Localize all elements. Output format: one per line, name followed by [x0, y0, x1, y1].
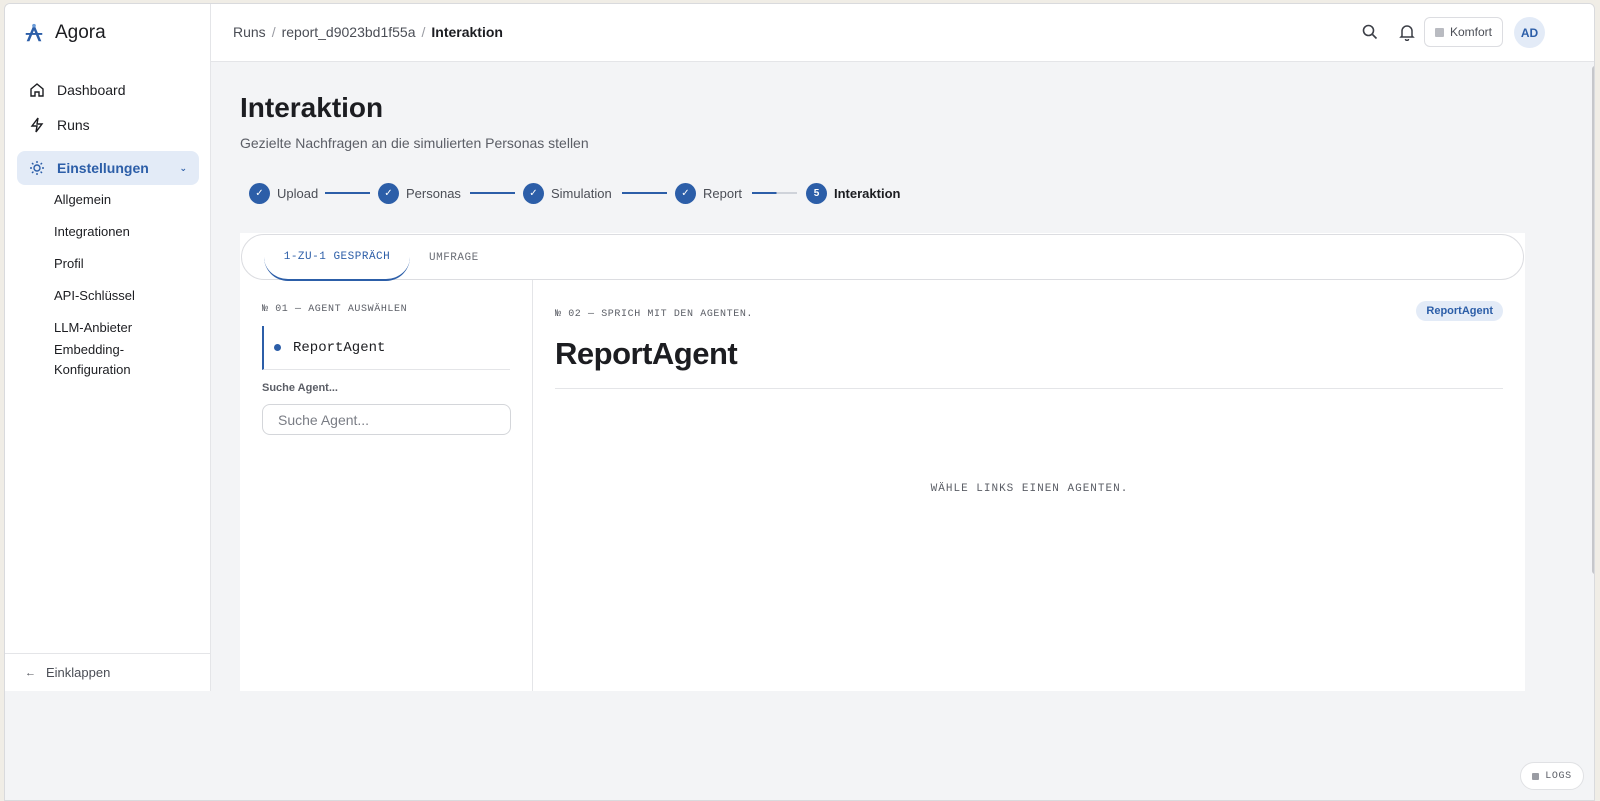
agent-search-input[interactable] [262, 404, 511, 435]
page-title: Interaktion [240, 92, 384, 123]
step-label: Personas [406, 185, 461, 201]
bell-icon[interactable] [1398, 23, 1416, 41]
sidebar-subitem-api-keys[interactable]: API-Schlüssel [54, 286, 135, 306]
step-label: Report [703, 185, 743, 201]
breadcrumb: Runs / report_d9023bd1f55a / Interaktion [233, 24, 503, 40]
agora-logo-icon [25, 23, 43, 42]
sidebar-item-dashboard[interactable]: Dashboard [17, 73, 199, 107]
brand[interactable]: Agora [23, 22, 106, 44]
comfort-label: Komfort [1449, 25, 1492, 39]
sun-gear-icon [30, 161, 44, 175]
interaction-card: 1-ZU-1 GESPRÄCH UMFRAGE № 01 — AGENT AUS… [240, 233, 1525, 691]
bolt-icon [30, 117, 44, 133]
sidebar-subitem-llm[interactable]: LLM-Anbieter [54, 318, 132, 338]
chevron-down-icon: ⌄ [179, 162, 187, 173]
agent-list-item[interactable]: ReportAgent [262, 326, 510, 370]
sidebar-subitem-allgemein[interactable]: Allgemein [54, 190, 111, 210]
step-upload[interactable]: ✓ Upload [249, 182, 318, 204]
step-report[interactable]: ✓ Report [675, 182, 742, 204]
sidebar-item-label: Dashboard [57, 82, 126, 98]
sidebar-item-runs[interactable]: Runs [17, 108, 199, 142]
step-simulation[interactable]: ✓ Simulation [523, 182, 612, 204]
selected-dot-icon [274, 344, 281, 351]
collapse-sidebar-button[interactable]: ← Einklappen [5, 653, 210, 691]
sidebar-subitem-embedding[interactable]: Embedding-Konfiguration [54, 340, 164, 380]
breadcrumb-report[interactable]: report_d9023bd1f55a [282, 24, 416, 40]
tab-one-on-one[interactable]: 1-ZU-1 GESPRÄCH [264, 235, 410, 281]
home-icon [30, 83, 44, 97]
agent-badge: ReportAgent [1416, 301, 1503, 321]
divider [555, 388, 1503, 389]
tab-bar: 1-ZU-1 GESPRÄCH UMFRAGE [241, 234, 1524, 281]
step-connector [470, 192, 515, 194]
check-icon: ✓ [675, 182, 696, 204]
search-icon[interactable] [1361, 23, 1379, 41]
section-label: № 01 — AGENT AUSWÄHLEN [262, 304, 408, 315]
sidebar: Agora Dashboard Runs Einstellungen ⌄ All… [5, 4, 211, 691]
step-label: Interaktion [834, 185, 901, 201]
breadcrumb-runs[interactable]: Runs [233, 24, 266, 40]
scrollbar[interactable] [1592, 66, 1594, 574]
sidebar-item-label: Einstellungen [57, 160, 149, 176]
step-number: 5 [806, 182, 827, 204]
page-subtitle: Gezielte Nachfragen an die simulierten P… [240, 135, 589, 151]
app-window: Agora Dashboard Runs Einstellungen ⌄ All… [4, 3, 1595, 801]
agent-title: ReportAgent [555, 336, 738, 371]
check-icon: ✓ [249, 182, 270, 204]
step-connector [622, 192, 667, 194]
square-icon [1434, 27, 1444, 37]
square-icon [1532, 772, 1540, 780]
breadcrumb-current: Interaktion [431, 24, 503, 40]
check-icon: ✓ [378, 182, 399, 204]
logs-button[interactable]: LOGS [1520, 762, 1584, 790]
breadcrumb-separator: / [271, 24, 276, 40]
comfort-mode-button[interactable]: Komfort [1424, 17, 1503, 47]
section-label: № 02 — SPRICH MIT DEN AGENTEN. [555, 309, 754, 320]
step-connector [325, 192, 370, 194]
logs-label: LOGS [1545, 770, 1572, 782]
avatar[interactable]: AD [1514, 17, 1545, 48]
agent-select-pane: № 01 — AGENT AUSWÄHLEN ReportAgent Suche… [240, 280, 533, 691]
chat-pane: № 02 — SPRICH MIT DEN AGENTEN. ReportAge… [534, 280, 1525, 691]
breadcrumb-separator: / [421, 24, 426, 40]
sidebar-subitem-profil[interactable]: Profil [54, 254, 84, 274]
step-personas[interactable]: ✓ Personas [378, 182, 461, 204]
step-connector [752, 192, 797, 194]
step-label: Upload [277, 185, 319, 201]
agent-name: ReportAgent [293, 339, 386, 356]
app-name: Agora [55, 22, 106, 43]
step-label: Simulation [551, 185, 612, 201]
sidebar-subitem-integrationen[interactable]: Integrationen [54, 222, 130, 242]
sidebar-item-label: Runs [57, 117, 90, 133]
tab-survey[interactable]: UMFRAGE [429, 235, 479, 281]
step-interaktion[interactable]: 5 Interaktion [806, 182, 900, 204]
sidebar-item-einstellungen[interactable]: Einstellungen ⌄ [17, 151, 199, 185]
check-icon: ✓ [523, 182, 544, 204]
empty-state-message: WÄHLE LINKS EINEN AGENTEN. [930, 483, 1129, 495]
topbar: Runs / report_d9023bd1f55a / Interaktion… [211, 4, 1594, 62]
arrow-left-icon: ← [25, 666, 36, 679]
search-label: Suche Agent... [262, 382, 338, 394]
collapse-label: Einklappen [46, 665, 111, 680]
